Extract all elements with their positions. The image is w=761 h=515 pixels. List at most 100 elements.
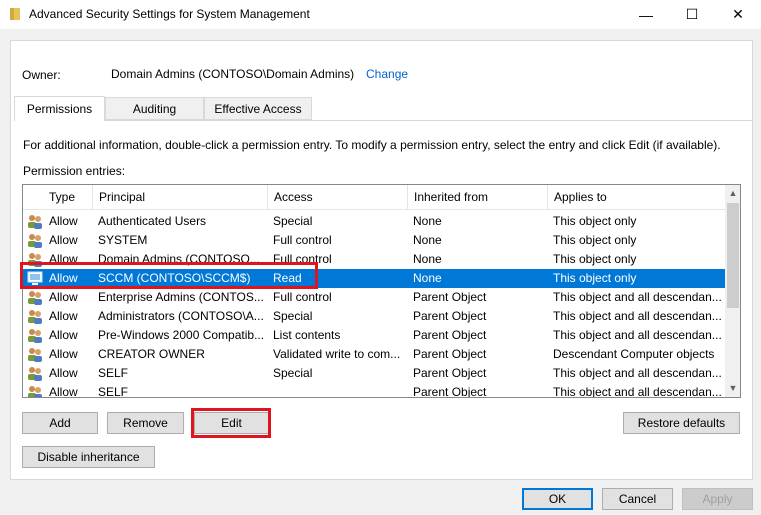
tab-permissions[interactable]: Permissions: [14, 96, 105, 121]
tab-divider: [14, 120, 753, 121]
cell-inherited-from: Parent Object: [413, 385, 487, 398]
table-row[interactable]: Allow SELF Special Parent Object This object…: [23, 364, 725, 383]
table-row[interactable]: Allow SELF Parent Object This object and al…: [23, 383, 725, 398]
cell-access: List contents: [273, 328, 341, 342]
cell-principal: Authenticated Users: [98, 214, 207, 228]
users-icon: [27, 347, 43, 362]
table-row[interactable]: Allow Administrators (CONTOSO\A... Special…: [23, 307, 725, 326]
scroll-up-arrow-icon[interactable]: ▲: [725, 185, 740, 202]
cell-applies-to: This object and all descendan...: [553, 385, 722, 398]
owner-label: Owner:: [22, 68, 61, 82]
cell-type: Allow: [49, 214, 78, 228]
cell-inherited-from: None: [413, 233, 442, 247]
cell-inherited-from: Parent Object: [413, 328, 487, 342]
cell-applies-to: This object and all descendan...: [553, 328, 722, 342]
cell-principal: Administrators (CONTOSO\A...: [98, 309, 264, 323]
cell-applies-to: This object only: [553, 252, 637, 266]
cell-principal: SYSTEM: [98, 233, 148, 247]
cell-applies-to: This object and all descendan...: [553, 309, 722, 323]
maximize-button[interactable]: ☐: [669, 0, 715, 29]
users-icon: [27, 214, 43, 229]
minimize-button[interactable]: —: [623, 0, 669, 29]
users-icon: [27, 328, 43, 343]
cell-access: Full control: [273, 252, 332, 266]
cell-type: Allow: [49, 271, 78, 285]
remove-button[interactable]: Remove: [107, 412, 184, 434]
cell-access: Validated write to com...: [273, 347, 401, 361]
cell-principal: CREATOR OWNER: [98, 347, 205, 361]
cell-type: Allow: [49, 233, 78, 247]
table-row[interactable]: Allow CREATOR OWNER Validated write to com…: [23, 345, 725, 364]
scroll-down-arrow-icon[interactable]: ▼: [725, 380, 740, 397]
cell-applies-to: This object only: [553, 233, 637, 247]
cell-applies-to: This object and all descendan...: [553, 290, 722, 304]
edit-button[interactable]: Edit: [194, 412, 269, 434]
vertical-scrollbar[interactable]: ▲ ▼: [725, 185, 740, 397]
table-row[interactable]: Allow Enterprise Admins (CONTOS... Full co…: [23, 288, 725, 307]
column-header-applies-to[interactable]: Applies to: [548, 185, 725, 209]
cell-principal: Domain Admins (CONTOSO...: [98, 252, 260, 266]
cell-type: Allow: [49, 385, 78, 398]
cancel-button[interactable]: Cancel: [602, 488, 673, 510]
users-icon: [27, 385, 43, 397]
cell-access: Special: [273, 366, 313, 380]
cell-principal: SCCM (CONTOSO\SCCM$): [98, 271, 251, 285]
table-row[interactable]: Allow SYSTEM Full control None This object o…: [23, 231, 725, 250]
users-icon: [27, 290, 43, 305]
cell-type: Allow: [49, 328, 78, 342]
owner-value: Domain Admins (CONTOSO\Domain Admins): [111, 67, 355, 81]
cell-type: Allow: [49, 290, 78, 304]
cell-type: Allow: [49, 347, 78, 361]
cell-inherited-from: Parent Object: [413, 309, 487, 323]
add-button[interactable]: Add: [22, 412, 98, 434]
cell-inherited-from: Parent Object: [413, 290, 487, 304]
cell-applies-to: Descendant Computer objects: [553, 347, 715, 361]
tab-auditing[interactable]: Auditing: [105, 97, 204, 120]
cell-applies-to: This object only: [553, 271, 637, 285]
ok-button[interactable]: OK: [522, 488, 593, 510]
cell-type: Allow: [49, 309, 78, 323]
cell-type: Allow: [49, 252, 78, 266]
restore-defaults-button[interactable]: Restore defaults: [623, 412, 740, 434]
list-header: Type Principal Access Inherited from App…: [23, 185, 725, 210]
disable-inheritance-button[interactable]: Disable inheritance: [22, 446, 155, 468]
title-bar: Advanced Security Settings for System Ma…: [0, 0, 761, 29]
table-row[interactable]: Allow Pre-Windows 2000 Compatib... List co…: [23, 326, 725, 345]
cell-access: Special: [273, 309, 313, 323]
cell-access: Read: [273, 271, 302, 285]
window-title: Advanced Security Settings for System Ma…: [29, 7, 310, 21]
folder-icon: [10, 8, 20, 20]
change-owner-link[interactable]: Change: [366, 67, 408, 81]
apply-button[interactable]: Apply: [682, 488, 753, 510]
cell-type: Allow: [49, 366, 78, 380]
close-button[interactable]: ✕: [715, 0, 761, 29]
cell-access: Full control: [273, 233, 332, 247]
cell-principal: SELF: [98, 385, 129, 398]
cell-access: [273, 383, 408, 397]
cell-access: Special: [273, 214, 313, 228]
users-icon: [27, 252, 43, 267]
cell-inherited-from: Parent Object: [413, 347, 487, 361]
table-row[interactable]: Allow Authenticated Users Special None This …: [23, 212, 725, 231]
column-header-inherited-from[interactable]: Inherited from: [408, 185, 548, 209]
permission-entries-label: Permission entries:: [23, 164, 126, 178]
table-row-selected[interactable]: Allow SCCM (CONTOSO\SCCM$) Read None This ob…: [23, 269, 725, 288]
tab-effective-access[interactable]: Effective Access: [204, 97, 312, 120]
cell-access: Full control: [273, 290, 332, 304]
users-icon: [27, 233, 43, 248]
cell-principal: Pre-Windows 2000 Compatib...: [98, 328, 265, 342]
column-header-access[interactable]: Access: [268, 185, 408, 209]
cell-inherited-from: None: [413, 252, 442, 266]
users-icon: [27, 309, 43, 324]
cell-inherited-from: Parent Object: [413, 366, 487, 380]
users-icon: [27, 366, 43, 381]
cell-applies-to: This object and all descendan...: [553, 366, 722, 380]
cell-principal: Enterprise Admins (CONTOS...: [98, 290, 264, 304]
column-header-type[interactable]: Type: [43, 185, 93, 209]
cell-principal: SELF: [98, 366, 129, 380]
column-header-principal[interactable]: Principal: [93, 185, 268, 209]
table-row[interactable]: Allow Domain Admins (CONTOSO... Full contr…: [23, 250, 725, 269]
permission-entries-list[interactable]: Type Principal Access Inherited from App…: [22, 184, 741, 398]
cell-applies-to: This object only: [553, 214, 637, 228]
scrollbar-thumb[interactable]: [727, 203, 739, 308]
